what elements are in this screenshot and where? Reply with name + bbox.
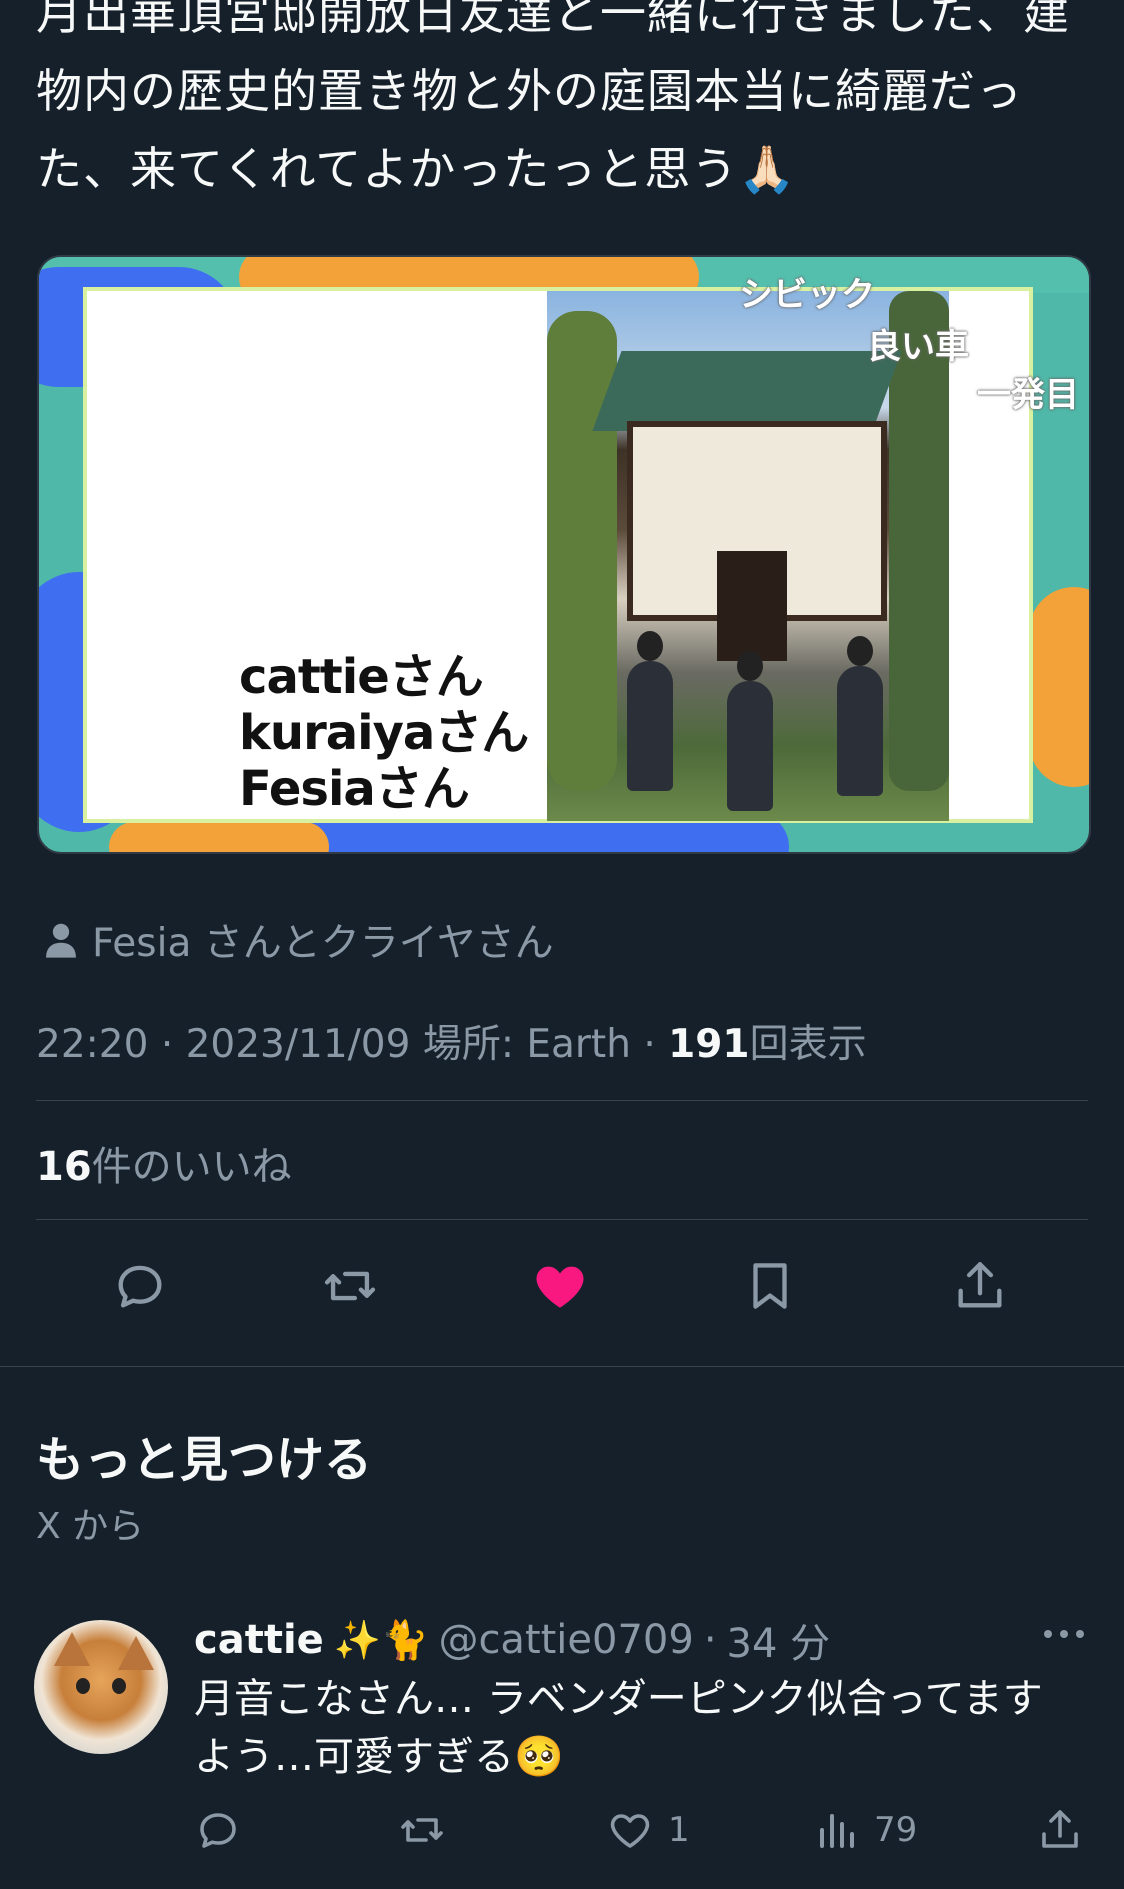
bookmark-icon <box>753 1263 787 1309</box>
tweet-date: 2023/11/09 <box>185 1022 411 1067</box>
likes-count: 16 <box>36 1144 92 1190</box>
retweet-icon <box>324 1271 376 1301</box>
person-icon <box>46 923 76 958</box>
post-like-count: 1 <box>668 1810 690 1850</box>
post-body-line: よう…可愛すぎる🥺 <box>194 1734 564 1780</box>
tweet-meta: 22:20 · 2023/11/09 場所: Earth · 191回表示 <box>36 1022 867 1067</box>
post-share-button[interactable] <box>1036 1800 1084 1860</box>
share-icon <box>1042 1810 1078 1848</box>
tweet-text-line: た、来てくれてよかったっと思う🙏🏻 <box>36 142 797 196</box>
caption-name: cattieさん <box>239 649 484 705</box>
tweet-location[interactable]: 場所: Earth <box>423 1022 631 1067</box>
reply-button[interactable] <box>104 1250 176 1322</box>
post-action-bar: 1 79 <box>0 1800 1124 1860</box>
discover-subtitle: X から <box>36 1506 145 1547</box>
photo-door <box>717 551 787 661</box>
reply-icon <box>118 1265 162 1308</box>
views-count: 191 <box>668 1022 750 1067</box>
post-like-button[interactable]: 1 <box>606 1800 690 1860</box>
tagged-people[interactable]: Fesia さんとクライヤさん <box>44 912 554 968</box>
suggested-post[interactable]: cattie ✨🐈 @cattie0709 · 34 分 月音こなさん… ラベン… <box>0 1610 1124 1889</box>
media-overlay-comment: 一発目 <box>977 375 1079 415</box>
post-author-name[interactable]: cattie <box>194 1617 324 1663</box>
separator-dot: · <box>703 1617 717 1663</box>
media-overlay-comment: シビック <box>739 275 875 315</box>
post-views-count: 79 <box>874 1810 918 1850</box>
post-reply-button[interactable] <box>194 1800 242 1860</box>
post-time[interactable]: 34 分 <box>727 1611 831 1669</box>
divider <box>36 1100 1088 1101</box>
post-author-emojis: ✨🐈 <box>333 1617 429 1662</box>
tagged-people-label: Fesia さんとクライヤさん <box>92 921 554 966</box>
heart-icon <box>610 1814 650 1848</box>
bookmark-button[interactable] <box>734 1250 806 1322</box>
tweet-text: 月出華頂宮邸開放日友達と一緒に行きました、建 物内の歴史的置き物と外の庭園本当に… <box>36 0 1096 208</box>
tweet-time: 22:20 <box>36 1022 149 1067</box>
photo-person <box>727 651 773 811</box>
caption-name: Fesiaさん <box>239 761 470 817</box>
tweet-text-line: 月出華頂宮邸開放日友達と一緒に行きました、建 <box>36 0 1070 40</box>
likes-label: 件のいいね <box>91 1144 292 1190</box>
tweet-media-image[interactable]: シビック 良い車 一発目 cattieさん kuraiyaさん Fesiaさん <box>37 255 1091 854</box>
photo-roof <box>592 351 902 431</box>
media-overlay-comment: 良い車 <box>867 327 969 367</box>
post-header: cattie ✨🐈 @cattie0709 · 34 分 <box>194 1610 830 1670</box>
share-icon <box>958 1262 1002 1308</box>
heart-filled-icon <box>536 1266 584 1308</box>
retweet-icon <box>401 1818 443 1842</box>
reply-icon <box>200 1813 236 1848</box>
like-button[interactable] <box>524 1250 596 1322</box>
post-retweet-button[interactable] <box>398 1800 446 1860</box>
avatar[interactable] <box>34 1620 168 1754</box>
photo-person <box>627 631 673 791</box>
media-caption-names: cattieさん kuraiyaさん Fesiaさん <box>239 649 529 817</box>
tweet-text-line: 物内の歴史的置き物と外の庭園本当に綺麗だっ <box>36 64 1023 118</box>
tweet-action-bar <box>0 1250 1124 1322</box>
media-decoration <box>1029 587 1089 787</box>
media-house-photo <box>547 291 949 821</box>
post-body-line: 月音こなさん… ラベンダーピンク似合ってます <box>194 1676 1043 1722</box>
post-author-handle[interactable]: @cattie0709 <box>438 1617 693 1663</box>
discover-title: もっと見つける <box>36 1432 373 1488</box>
divider <box>36 1219 1088 1220</box>
media-decoration <box>109 822 329 852</box>
photo-tree <box>547 311 617 791</box>
retweet-button[interactable] <box>314 1250 386 1322</box>
post-views-button[interactable]: 79 <box>812 1800 917 1860</box>
more-options-icon[interactable] <box>1044 1630 1084 1638</box>
photo-person <box>837 636 883 796</box>
views-label: 回表示 <box>749 1022 867 1067</box>
share-button[interactable] <box>944 1250 1016 1322</box>
analytics-icon <box>820 1814 854 1848</box>
likes-summary[interactable]: 16件のいいね <box>36 1134 292 1192</box>
section-divider <box>0 1366 1124 1367</box>
post-body: 月音こなさん… ラベンダーピンク似合ってます よう…可愛すぎる🥺 <box>194 1670 1094 1786</box>
caption-name: kuraiyaさん <box>239 705 529 761</box>
